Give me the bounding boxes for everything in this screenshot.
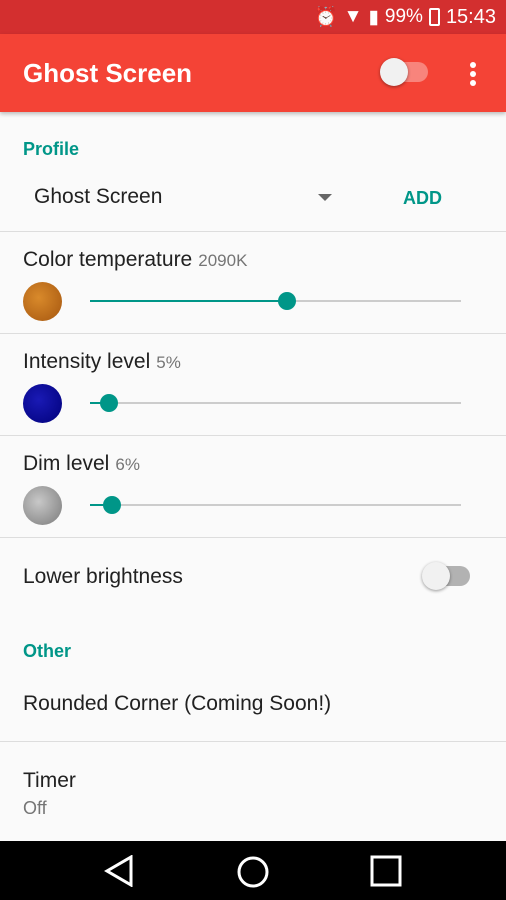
- dim-value: 6%: [115, 455, 140, 474]
- more-vert-icon[interactable]: [470, 62, 478, 89]
- master-toggle[interactable]: [380, 58, 428, 86]
- home-icon[interactable]: [236, 855, 270, 889]
- grey-moon-icon: [23, 486, 62, 525]
- color-temp-value: 2090K: [198, 251, 248, 270]
- recents-icon[interactable]: [370, 855, 402, 887]
- profile-dropdown[interactable]: Ghost Screen: [34, 185, 334, 211]
- status-bar: ⏰ ▼ ▮ 99% 15:43: [0, 0, 506, 34]
- alarm-icon: ⏰: [313, 7, 338, 28]
- navigation-bar: [0, 841, 506, 900]
- signal-icon: ▮: [368, 6, 379, 28]
- profile-header: Profile: [23, 139, 80, 159]
- lower-brightness-label: Lower brightness: [23, 565, 183, 588]
- dim-title: Dim level: [23, 452, 110, 475]
- intensity-label: Intensity level 5%: [23, 350, 181, 374]
- other-header: Other: [23, 641, 72, 661]
- battery-charging-icon: [428, 8, 440, 26]
- intensity-slider[interactable]: [90, 394, 461, 412]
- back-icon[interactable]: [104, 855, 134, 887]
- add-profile-button[interactable]: ADD: [403, 188, 442, 209]
- profile-selected: Ghost Screen: [34, 185, 163, 208]
- divider: [0, 537, 506, 538]
- app-bar: Ghost Screen: [0, 34, 506, 112]
- color-temp-label: Color temperature 2090K: [23, 248, 247, 272]
- blue-moon-icon: [23, 384, 62, 423]
- toggle-knob: [380, 58, 408, 86]
- toggle-knob: [422, 562, 450, 590]
- wifi-icon: ▼: [343, 6, 363, 27]
- battery-percent: 99%: [384, 6, 423, 27]
- divider: [0, 333, 506, 334]
- divider: [0, 231, 506, 232]
- slider-thumb[interactable]: [277, 292, 296, 310]
- clock: 15:43: [445, 5, 496, 28]
- divider: [0, 435, 506, 436]
- timer-value: Off: [23, 798, 47, 818]
- dim-label: Dim level 6%: [23, 452, 140, 476]
- dim-slider[interactable]: [90, 496, 461, 514]
- timer-item[interactable]: Timer: [23, 769, 76, 793]
- divider: [0, 741, 506, 742]
- slider-thumb[interactable]: [99, 394, 118, 412]
- orange-moon-icon: [23, 282, 62, 321]
- slider-thumb[interactable]: [103, 496, 122, 514]
- dropdown-arrow-icon: [318, 194, 332, 201]
- intensity-value: 5%: [156, 353, 181, 372]
- rounded-corner-item[interactable]: Rounded Corner (Coming Soon!): [23, 692, 331, 716]
- intensity-title: Intensity level: [23, 350, 151, 373]
- app-title: Ghost Screen: [23, 58, 193, 88]
- color-temp-slider[interactable]: [90, 292, 461, 310]
- color-temp-title: Color temperature: [23, 248, 193, 271]
- lower-brightness-toggle[interactable]: [422, 562, 470, 590]
